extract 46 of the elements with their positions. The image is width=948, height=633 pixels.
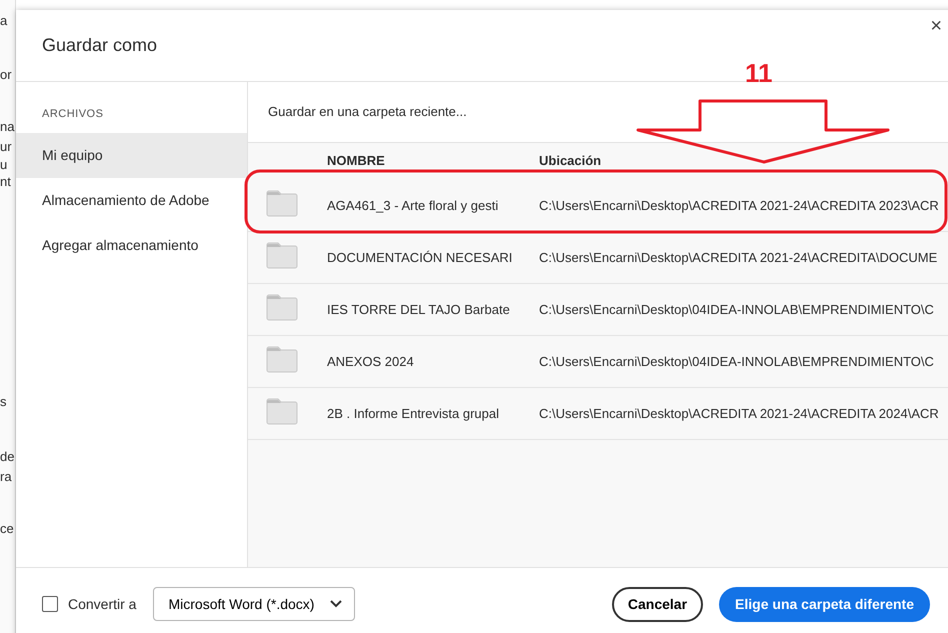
text-fragment: u	[0, 158, 8, 171]
close-button[interactable]: ×	[928, 16, 944, 36]
text-fragment: or	[0, 68, 12, 81]
checkbox[interactable]	[42, 596, 58, 612]
folder-row[interactable]: IES TORRE DEL TAJO Barbate C:\Users\Encarni\Desktop\04IDEA-INNOLAB\EMPRENDIMIENTO\C	[248, 284, 948, 336]
folder-icon	[265, 396, 299, 424]
folder-icon	[265, 292, 299, 320]
text-fragment: s	[0, 395, 6, 408]
sidebar-item[interactable]: Almacenamiento de Adobe	[16, 178, 247, 222]
folder-row[interactable]: AGA461_3 - Arte floral y gesti C:\Users\Encarni\Desktop\ACREDITA 2021-24\ACREDITA 2023\ACR	[248, 180, 948, 232]
text-fragment: ur	[0, 140, 12, 153]
folder-icon	[265, 344, 299, 372]
folder-name: ANEXOS 2024	[327, 354, 414, 369]
folder-path: C:\Users\Encarni\Desktop\ACREDITA 2021-24\ACREDITA 2024\ACR	[539, 406, 939, 421]
folder-path: C:\Users\Encarni\Desktop\ACREDITA 2021-24\ACREDITA\DOCUME	[539, 250, 938, 265]
checkbox-label: Convertir a	[68, 594, 136, 614]
folder-path: C:\Users\Encarni\Desktop\04IDEA-INNOLAB\EMPRENDIMIENTO\C	[539, 354, 934, 369]
folder-name: 2B . Informe Entrevista grupal	[327, 406, 499, 421]
section-heading: Guardar en una carpeta reciente...	[268, 103, 467, 122]
folder-name: DOCUMENTACIÓN NECESARI	[327, 250, 512, 265]
folder-name: IES TORRE DEL TAJO Barbate	[327, 302, 510, 317]
caret-icon	[330, 600, 342, 608]
text-fragment: na	[0, 120, 14, 133]
sidebar-item[interactable]: Agregar almacenamiento	[16, 222, 247, 268]
section-label: ARCHIVOS	[41, 107, 104, 122]
folder-row[interactable]: 2B . Informe Entrevista grupal C:\Users\Encarni\Desktop\ACREDITA 2021-24\ACREDITA 2024\ACR	[248, 388, 948, 440]
text-fragment: ra	[0, 470, 12, 483]
folder-path: C:\Users\Encarni\Desktop\04IDEA-INNOLAB\EMPRENDIMIENTO\C	[539, 302, 934, 317]
sidebar-item[interactable]: Mi equipo	[16, 132, 247, 178]
folder-row[interactable]: ANEXOS 2024 C:\Users\Encarni\Desktop\04IDEA-INNOLAB\EMPRENDIMIENTO\C	[248, 336, 948, 388]
folder-path: C:\Users\Encarni\Desktop\ACREDITA 2021-24\ACREDITA 2023\ACR	[539, 198, 939, 213]
cancel-button[interactable]: Cancelar	[612, 586, 704, 622]
column-header: NOMBRE	[327, 152, 386, 170]
column-header: Ubicación	[539, 152, 602, 170]
text-fragment: ce	[0, 522, 14, 535]
text-fragment: de	[0, 450, 14, 463]
folder-row[interactable]: DOCUMENTACIÓN NECESARI C:\Users\Encarni\Desktop\ACREDITA 2021-24\ACREDITA\DOCUME	[248, 232, 948, 284]
folder-icon	[265, 240, 299, 268]
choose-folder-button[interactable]: Elige una carpeta diferente	[719, 586, 930, 622]
dialog-title: Guardar como	[42, 34, 158, 56]
folder-name: AGA461_3 - Arte floral y gesti	[327, 198, 498, 213]
format-dropdown[interactable]: Microsoft Word (*.docx)	[153, 587, 356, 621]
text-fragment: a	[0, 14, 8, 27]
text-fragment: nt	[0, 175, 11, 188]
folder-icon	[265, 188, 299, 216]
annotation-label: 11	[745, 60, 772, 86]
